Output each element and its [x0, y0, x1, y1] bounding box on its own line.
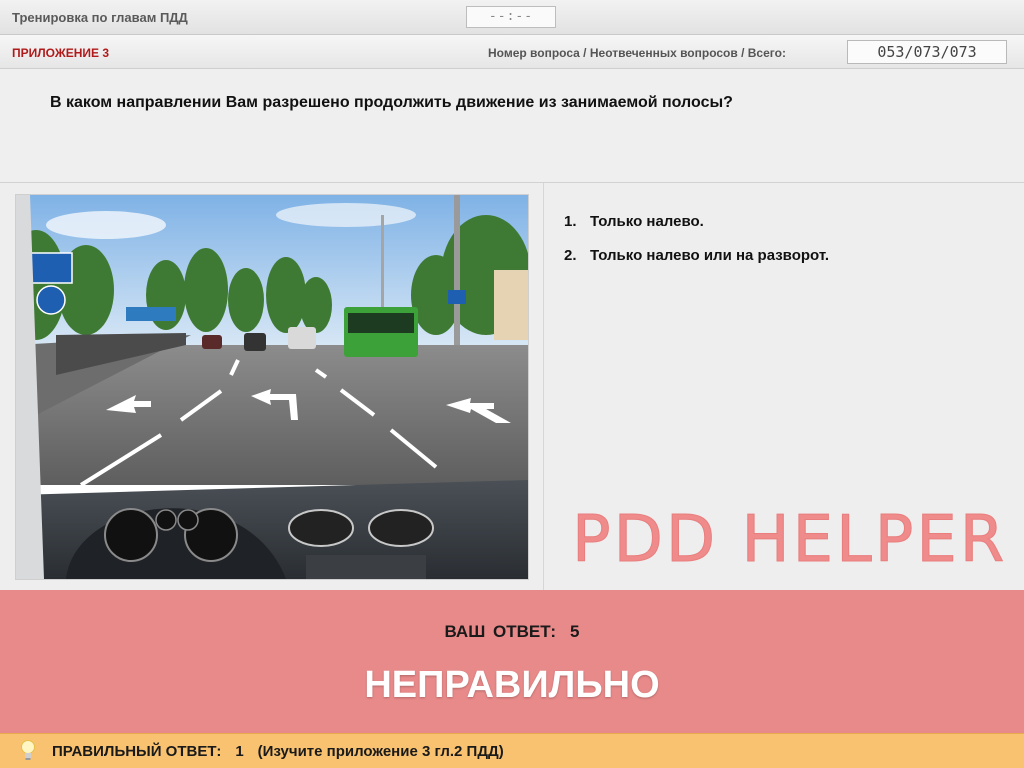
- your-answer-value: 5: [570, 622, 580, 641]
- timer-display: --:--: [466, 6, 556, 28]
- road-scene-illustration: [16, 195, 528, 579]
- your-answer-label: ВАШ ОТВЕТ:: [444, 622, 557, 641]
- answer-number: 2.: [564, 247, 577, 264]
- correct-answer-value: 1: [235, 743, 244, 760]
- correct-answer-label: ПРАВИЛЬНЫЙ ОТВЕТ:: [52, 743, 222, 760]
- answer-text: Только налево.: [590, 213, 704, 230]
- question-text: В каком направлении Вам разрешено продол…: [50, 94, 733, 111]
- correct-answer-bar: ПРАВИЛЬНЫЙ ОТВЕТ: 1 (Изучите приложение 3 …: [0, 733, 1024, 768]
- question-area: В каком направлении Вам разрешено продол…: [0, 69, 1024, 183]
- answer-text: Только налево или на разворот.: [590, 247, 830, 264]
- top-bar: Тренировка по главам ПДД --:--: [0, 0, 1024, 35]
- your-answer-line: ВАШ ОТВЕТ: 5: [0, 622, 1024, 642]
- app-title: Тренировка по главам ПДД: [12, 10, 188, 25]
- sub-bar: ПРИЛОЖЕНИЕ 3 Номер вопроса / Неотвеченны…: [0, 35, 1024, 69]
- lightbulb-icon: [21, 740, 35, 760]
- answer-list: 1. Только налево. 2. Только налево или н…: [564, 213, 1004, 281]
- question-counter-label: Номер вопроса / Неотвеченных вопросов / …: [488, 46, 786, 60]
- content-divider: [543, 183, 544, 590]
- answer-option-1[interactable]: 1. Только налево.: [564, 213, 1004, 230]
- question-counter: 053/073/073: [847, 40, 1007, 64]
- verdict-text: НЕПРАВИЛЬНО: [364, 664, 660, 706]
- study-hint[interactable]: (Изучите приложение 3 гл.2 ПДД): [258, 743, 504, 760]
- result-panel: ВАШ ОТВЕТ: 5 НЕПРАВИЛЬНО: [0, 590, 1024, 733]
- pdd-helper-logo: PDD HELPER: [571, 503, 1008, 578]
- correct-answer-text: ПРАВИЛЬНЫЙ ОТВЕТ: 1 (Изучите приложение 3 …: [52, 743, 504, 760]
- answer-number: 1.: [564, 213, 577, 230]
- appendix-link[interactable]: ПРИЛОЖЕНИЕ 3: [12, 46, 109, 60]
- question-image: [15, 194, 529, 580]
- answer-option-2[interactable]: 2. Только налево или на разворот.: [564, 247, 1004, 264]
